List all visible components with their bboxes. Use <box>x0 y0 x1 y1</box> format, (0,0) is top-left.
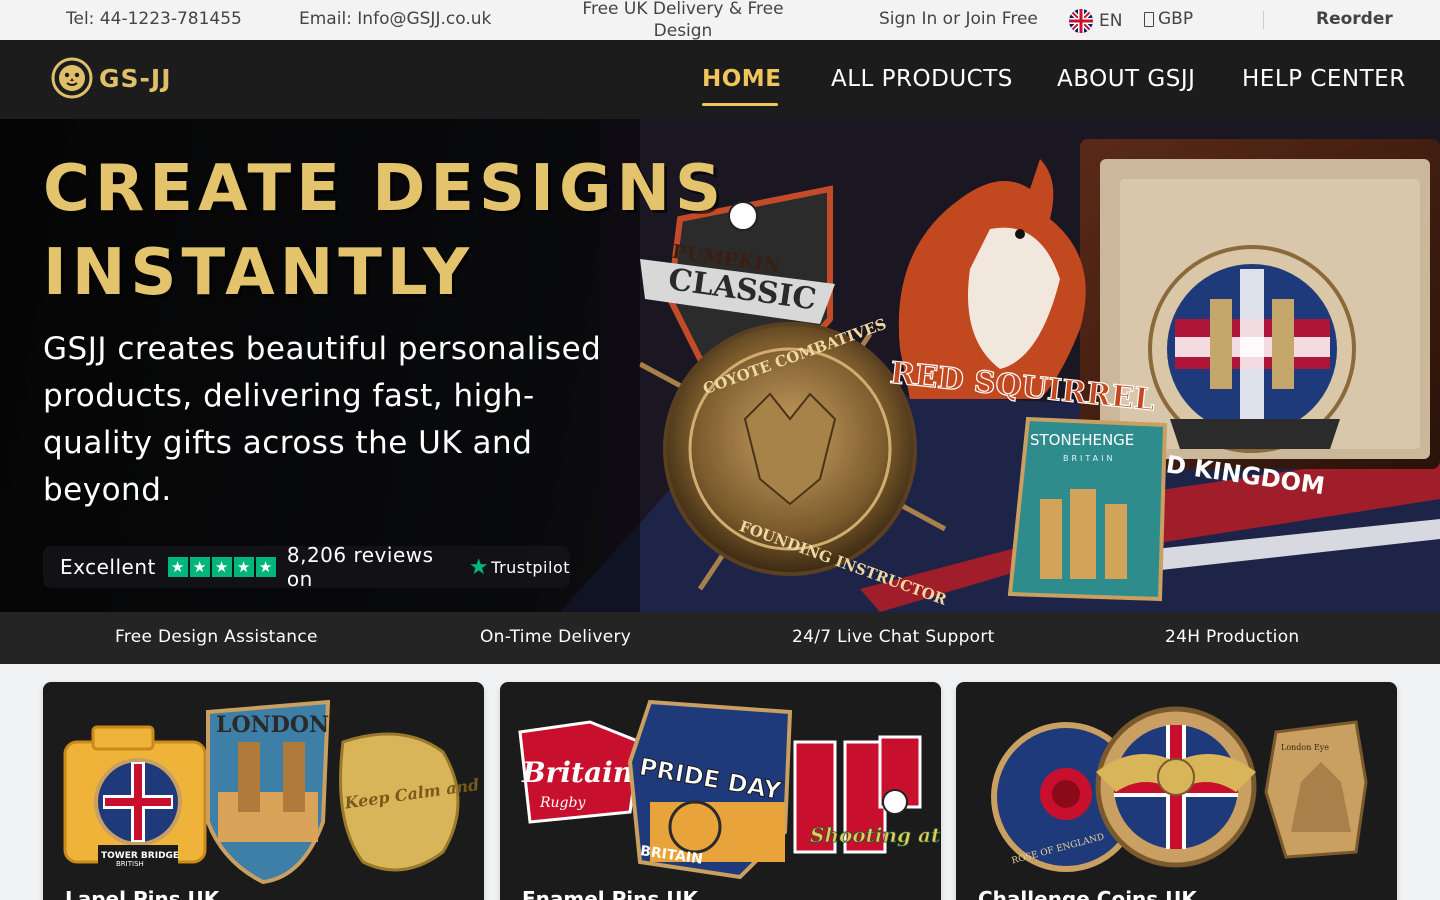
feature-on-time-delivery: On-Time Delivery <box>480 627 632 647</box>
uk-flag-icon <box>1069 9 1093 33</box>
trustpilot-logo: ★ Trustpilot <box>469 555 570 580</box>
currency-selector[interactable]: GBP <box>1144 9 1193 29</box>
star-icon: ★ <box>167 557 188 577</box>
promo-text: Free UK Delivery & Free Design <box>582 0 784 41</box>
product-card-lapel-pins[interactable]: TOWER BRIDGE BRITISH LONDON Keep Calm an… <box>43 682 484 900</box>
british-text: BRITISH <box>116 860 144 868</box>
language-label: EN <box>1099 11 1123 31</box>
trust-rating-label: Excellent <box>60 555 156 579</box>
star-icon: ★ <box>211 557 232 577</box>
product-card-enamel-pins[interactable]: Britain Rugby PRIDE DAY BRITAIN Shooting… <box>500 682 941 900</box>
main-navigation: GS-JJ HOME ALL PRODUCTS ABOUT GSJJ HELP … <box>0 40 1440 119</box>
trust-stars: ★ ★ ★ ★ ★ <box>167 557 276 577</box>
currency-label: GBP <box>1158 9 1194 29</box>
lion-logo-icon <box>51 57 93 99</box>
phone-link[interactable]: Tel: 44-1223-781455 <box>66 9 242 29</box>
nav-all-products[interactable]: ALL PRODUCTS <box>831 66 1013 92</box>
britain-small-text: BRITAIN <box>1063 454 1116 463</box>
topbar-divider <box>1263 11 1264 29</box>
product-card-challenge-coins[interactable]: ROSE OF ENGLAND London Eye Challenge Coi… <box>956 682 1397 900</box>
hero-banner: PUMPKIN CLASSIC COYOTE COMBATIVES FOUNDI… <box>0 119 1440 612</box>
trustpilot-brand: Trustpilot <box>491 557 570 577</box>
star-icon: ★ <box>255 557 276 577</box>
trustpilot-star-icon: ★ <box>468 554 490 580</box>
card-title: Lapel Pins UK <box>65 887 220 900</box>
hero-title: CREATE DESIGNS INSTANTLY <box>43 152 727 310</box>
currency-icon <box>1144 11 1154 27</box>
london-eye-text: London Eye <box>1281 743 1329 752</box>
card-title: Enamel Pins UK <box>522 887 698 900</box>
active-nav-underline <box>702 103 778 106</box>
site-logo[interactable]: GS-JJ <box>51 57 172 99</box>
enamel-pins-image: Britain Rugby PRIDE DAY BRITAIN Shooting… <box>518 699 941 880</box>
feature-live-chat: 24/7 Live Chat Support <box>792 627 995 647</box>
lapel-pins-image: TOWER BRIDGE BRITISH LONDON Keep Calm an… <box>63 699 484 885</box>
shooting-text: Shooting at the goal <box>810 823 941 847</box>
britain-rugby-text: Britain <box>521 756 633 789</box>
email-link[interactable]: Email: Info@GSJJ.co.uk <box>299 9 491 29</box>
reorder-link[interactable]: Reorder <box>1316 9 1393 29</box>
features-strip: Free Design Assistance On-Time Delivery … <box>0 612 1440 664</box>
challenge-coins-image: ROSE OF ENGLAND London Eye <box>991 706 1368 872</box>
hero-subtitle: GSJJ creates beautiful personalised prod… <box>43 331 602 508</box>
feature-free-design: Free Design Assistance <box>115 627 318 647</box>
star-icon: ★ <box>189 557 210 577</box>
feature-24h-production: 24H Production <box>1165 627 1300 647</box>
trustpilot-widget[interactable]: Excellent ★ ★ ★ ★ ★ 8,206 reviews on ★ T… <box>43 543 570 591</box>
nav-help-center[interactable]: HELP CENTER <box>1242 66 1406 92</box>
trust-review-count: 8,206 reviews on <box>286 543 434 591</box>
sign-in-link[interactable]: Sign In or Join Free <box>879 9 1038 29</box>
card-title: Challenge Coins UK <box>978 887 1197 900</box>
stonehenge-text: STONEHENGE <box>1030 431 1134 449</box>
top-utility-bar: Tel: 44-1223-781455 Email: Info@GSJJ.co.… <box>0 0 1440 41</box>
star-icon: ★ <box>233 557 254 577</box>
logo-text: GS-JJ <box>99 63 172 93</box>
rugby-text: Rugby <box>539 795 586 811</box>
london-text: LONDON <box>216 712 329 738</box>
nav-about[interactable]: ABOUT GSJJ <box>1057 66 1195 92</box>
language-selector[interactable]: EN <box>1069 9 1122 33</box>
nav-home[interactable]: HOME <box>702 66 781 92</box>
